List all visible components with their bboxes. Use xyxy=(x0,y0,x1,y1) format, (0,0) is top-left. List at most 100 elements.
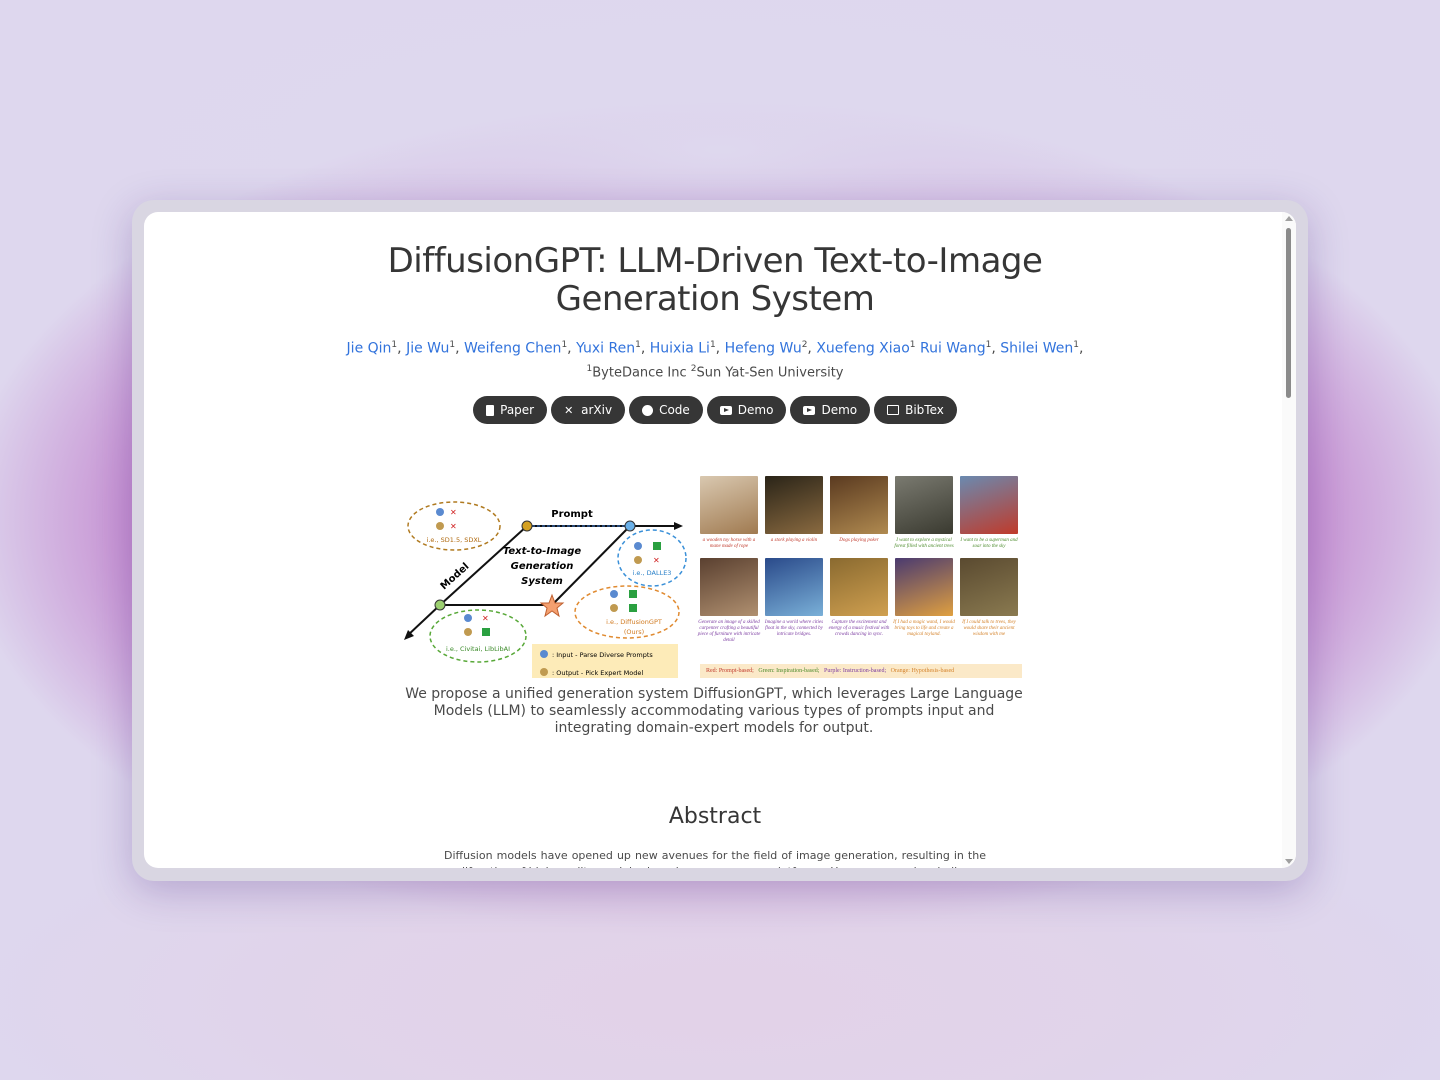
button-label: arXiv xyxy=(581,403,613,417)
generated-image-thumbnail xyxy=(700,476,758,534)
dalle-markers: ✕ xyxy=(634,542,661,565)
code-button[interactable]: Code xyxy=(629,396,703,424)
author-list: Jie Qin1, Jie Wu1, Weifeng Chen1, Yuxi R… xyxy=(144,340,1286,357)
generated-image-thumbnail xyxy=(830,476,888,534)
thumbnail-caption: If I had a magic wand, I would bring toy… xyxy=(893,620,955,637)
label-system-1: Text-to-Image xyxy=(503,546,582,557)
label-ie-civitai: i.e., Civitai, LibLibAI xyxy=(446,645,510,653)
node-civitai xyxy=(434,599,446,611)
affiliation-name: ByteDance Inc xyxy=(592,365,691,381)
svg-text:✕: ✕ xyxy=(482,614,489,623)
generated-image-thumbnail xyxy=(895,558,953,616)
civitai-ellipse xyxy=(429,609,527,663)
author-link[interactable]: Shilei Wen xyxy=(1000,341,1073,357)
author-separator: , xyxy=(640,340,650,357)
page-content: DiffusionGPT: LLM-Driven Text-to-Image G… xyxy=(144,212,1282,868)
generated-image-thumbnail xyxy=(830,558,888,616)
affiliation-name: Sun Yat-Sen University xyxy=(696,365,844,381)
file-pdf-icon xyxy=(486,404,495,416)
generated-images-grid: Red: Prompt-based; Green: Inspiration-ba… xyxy=(697,476,1027,678)
label-ie-sd: i.e., SD1.5, SDXL xyxy=(427,536,482,544)
dalle-ellipse xyxy=(617,529,687,587)
legend-orange: Orange: Hypothesis-based xyxy=(890,668,955,674)
teaser-figure: ✕ ✕ ✕ ✕ Prompt Model Text-to-Image Gener… xyxy=(402,472,1032,678)
thumbnail-caption: If I could talk to trees, they would sha… xyxy=(962,620,1016,637)
author-separator: , xyxy=(1078,340,1084,357)
prompt-arrowhead xyxy=(674,522,683,530)
author-separator: , xyxy=(807,340,817,357)
hand-icon xyxy=(540,668,548,676)
browser-frame: DiffusionGPT: LLM-Driven Text-to-Image G… xyxy=(132,200,1308,881)
generated-image-thumbnail xyxy=(960,476,1018,534)
paper-button[interactable]: Paper xyxy=(473,396,548,424)
teaser-caption: We propose a unified generation system D… xyxy=(405,686,1023,736)
author-separator: , xyxy=(991,340,1001,357)
author-link[interactable]: Hefeng Wu xyxy=(725,341,802,357)
generated-image-thumbnail xyxy=(765,558,823,616)
author-link[interactable]: Yuxi Ren xyxy=(576,341,635,357)
ours-markers xyxy=(610,590,637,612)
images-icon xyxy=(887,405,900,415)
node-dalle xyxy=(624,520,636,532)
demo-button[interactable]: Demo xyxy=(790,396,871,424)
abstract-heading: Abstract xyxy=(668,804,762,829)
label-ie-ours-2: (Ours) xyxy=(624,628,644,636)
arxiv-button[interactable]: ✕ arXiv xyxy=(551,396,626,424)
legend-red: Red: Prompt-based; xyxy=(706,668,754,674)
youtube-icon xyxy=(719,405,732,415)
author-separator: , xyxy=(715,340,725,357)
thumbnail-caption: I want to explore a mystical forest fill… xyxy=(894,538,954,549)
author-link[interactable]: Weifeng Chen xyxy=(464,341,561,357)
arxiv-icon: ✕ xyxy=(564,403,574,417)
author-separator: , xyxy=(397,340,407,357)
thumbnail-caption: a wooden toy horse with a mane made of r… xyxy=(702,538,756,549)
button-label: Code xyxy=(659,403,690,417)
title-line-2: Generation System xyxy=(555,279,875,319)
author-separator: , xyxy=(567,340,577,357)
label-ie-ours-1: i.e., DiffusionGPT xyxy=(606,618,662,626)
brain-icon xyxy=(540,650,548,658)
thumbnail-caption: Imagine a world where cities float in th… xyxy=(764,620,824,637)
thumbnail-caption: Generate an image of a skilled carpenter… xyxy=(697,620,761,643)
svg-text:✕: ✕ xyxy=(450,522,457,531)
author-link[interactable]: Rui Wang xyxy=(920,341,986,357)
scroll-up-arrow-icon[interactable] xyxy=(1285,216,1293,221)
button-label: Demo xyxy=(737,403,774,417)
abstract-text: Diffusion models have opened up new aven… xyxy=(444,849,986,868)
page-viewport[interactable]: DiffusionGPT: LLM-Driven Text-to-Image G… xyxy=(144,212,1296,868)
label-model: Model xyxy=(439,561,472,592)
legend-green: Green: Inspiration-based; xyxy=(758,668,820,674)
legend-purple: Purple: Instruction-based; xyxy=(823,668,887,674)
legend-output: : Output - Pick Expert Model xyxy=(552,669,643,677)
thumbnail-caption: Capture the excitement and energy of a m… xyxy=(828,620,890,637)
label-ie-dalle: i.e., DALLE3 xyxy=(633,569,672,577)
affiliations: 1ByteDance Inc 2Sun Yat-Sen University xyxy=(144,364,1286,380)
node-sd xyxy=(521,520,533,532)
model-axis-extension xyxy=(406,604,441,637)
button-label: BibTex xyxy=(905,403,944,417)
label-system-2: Generation xyxy=(511,561,574,572)
thumbnail-caption: Dogs playing poker xyxy=(839,538,879,543)
category-legend: Red: Prompt-based; Green: Inspiration-ba… xyxy=(700,664,1022,678)
legend-input: : Input - Parse Diverse Prompts xyxy=(552,651,653,659)
label-prompt: Prompt xyxy=(551,509,593,520)
page-title: DiffusionGPT: LLM-Driven Text-to-Image G… xyxy=(144,242,1286,318)
author-link[interactable]: Jie Wu xyxy=(406,341,449,357)
svg-text:✕: ✕ xyxy=(450,508,457,517)
vertical-scrollbar[interactable] xyxy=(1282,212,1296,868)
generated-image-thumbnail xyxy=(765,476,823,534)
generated-image-thumbnail xyxy=(895,476,953,534)
bibtex-button[interactable]: BibTex xyxy=(874,396,957,424)
thumbnail-caption: I want to be a superman and soar into th… xyxy=(960,538,1018,549)
author-link[interactable]: Jie Qin xyxy=(347,341,392,357)
author-link[interactable]: Xuefeng Xiao xyxy=(816,341,909,357)
generated-image-thumbnail xyxy=(960,558,1018,616)
sd-markers: ✕ ✕ xyxy=(436,508,457,531)
button-label: Demo xyxy=(821,403,858,417)
scrollbar-thumb[interactable] xyxy=(1286,228,1291,398)
demo-button[interactable]: Demo xyxy=(706,396,787,424)
author-link[interactable]: Huixia Li xyxy=(650,341,710,357)
scroll-down-arrow-icon[interactable] xyxy=(1285,859,1293,864)
publication-links: Paper ✕ arXiv Code Demo Demo BibTex xyxy=(144,396,1286,424)
svg-text:✕: ✕ xyxy=(653,556,660,565)
